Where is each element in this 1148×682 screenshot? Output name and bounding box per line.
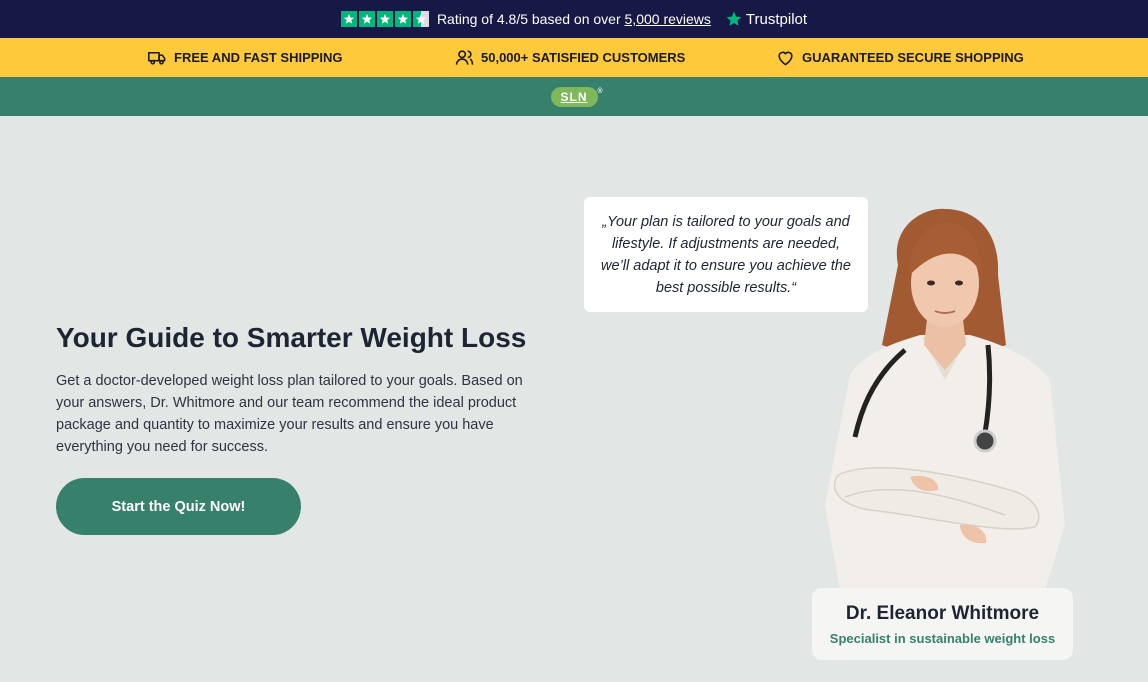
usp-bar: FREE AND FAST SHIPPING 50,000+ SATISFIED… bbox=[0, 38, 1148, 77]
reviews-link[interactable]: 5,000 reviews bbox=[625, 11, 711, 27]
hero-title: Your Guide to Smarter Weight Loss bbox=[56, 322, 527, 353]
half-star-icon bbox=[412, 11, 429, 27]
usp-label: 50,000+ SATISFIED CUSTOMERS bbox=[481, 50, 686, 65]
doctor-photo bbox=[825, 208, 1065, 590]
star-icon bbox=[358, 11, 375, 27]
rating-text: Rating of 4.8/5 based on over 5,000 revi… bbox=[436, 11, 711, 27]
star-icon bbox=[376, 11, 393, 27]
users-icon bbox=[455, 50, 474, 65]
usp-label: FREE AND FAST SHIPPING bbox=[174, 50, 343, 65]
heart-icon bbox=[778, 51, 793, 66]
usp-shipping: FREE AND FAST SHIPPING bbox=[148, 38, 343, 77]
navbar: SLN ® bbox=[0, 77, 1148, 116]
logo-text: SLN bbox=[560, 89, 588, 104]
rating-stars bbox=[340, 11, 429, 27]
trustpilot-brand-text: Trustpilot bbox=[745, 10, 808, 28]
doctor-name-card: Dr. Eleanor Whitmore Specialist in susta… bbox=[812, 588, 1073, 660]
doctor-role: Specialist in sustainable weight loss bbox=[829, 630, 1056, 646]
trustpilot-bar: Rating of 4.8/5 based on over 5,000 revi… bbox=[0, 0, 1148, 38]
trustpilot-logo[interactable]: Trustpilot bbox=[725, 10, 807, 28]
hero-description: Get a doctor-developed weight loss plan … bbox=[56, 373, 523, 455]
doctor-name: Dr. Eleanor Whitmore bbox=[845, 602, 1040, 624]
star-icon bbox=[340, 11, 357, 27]
site-logo[interactable]: SLN ® bbox=[550, 86, 602, 107]
trustpilot-star-icon bbox=[726, 11, 742, 26]
logo-mark: ® bbox=[597, 87, 604, 95]
usp-customers: 50,000+ SATISFIED CUSTOMERS bbox=[455, 38, 685, 77]
usp-label: GUARANTEED SECURE SHOPPING bbox=[802, 50, 1024, 65]
usp-secure: GUARANTEED SECURE SHOPPING bbox=[776, 38, 1024, 77]
start-quiz-button[interactable]: Start the Quiz Now! bbox=[56, 478, 301, 535]
star-icon bbox=[394, 11, 411, 27]
truck-icon bbox=[148, 51, 166, 65]
